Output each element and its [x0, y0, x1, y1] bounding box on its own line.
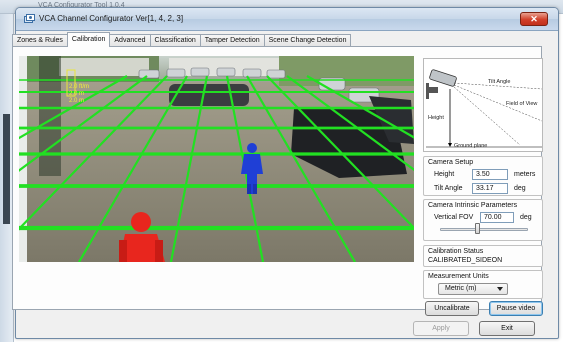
measurement-units-select[interactable]: Metric (m)	[438, 283, 508, 295]
calibration-status-value: CALIBRATED_SIDEON	[428, 257, 503, 264]
diagram-fov-label: Field of View	[506, 101, 538, 107]
tilt-angle-label: Tilt Angle	[434, 185, 463, 192]
measurement-units-title: Measurement Units	[428, 273, 489, 280]
tab-calibration[interactable]: Calibration	[66, 32, 111, 47]
tilt-angle-unit: deg	[514, 185, 526, 192]
calibration-status-title: Calibration Status	[428, 248, 484, 255]
tab-bar: Zones & Rules Calibration Advanced Class…	[12, 32, 352, 47]
height-input[interactable]: 3.50	[472, 169, 508, 180]
apply-button[interactable]: Apply	[413, 321, 469, 336]
tilt-angle-input[interactable]: 33.17	[472, 183, 508, 194]
height-unit: meters	[514, 171, 536, 178]
camera-geometry-diagram: Tilt Angle Field of View Height Ground p…	[423, 58, 543, 152]
dialog-title: VCA Channel Configurator Ver[1, 4, 2, 3]	[39, 14, 184, 23]
measurement-units-group: Measurement Units Metric (m)	[423, 270, 543, 299]
camera-icon	[426, 69, 457, 99]
diagram-angle-label: Tilt Angle	[488, 79, 511, 85]
height-label: Height	[434, 171, 455, 178]
dialog-titlebar[interactable]: VCA Channel Configurator Ver[1, 4, 2, 3]…	[16, 8, 558, 31]
uncalibrate-button[interactable]: Uncalibrate	[425, 301, 479, 316]
vertical-fov-input[interactable]: 70.00	[480, 212, 514, 223]
calibration-status-group: Calibration Status CALIBRATED_SIDEON	[423, 245, 543, 267]
ruler-label-2: 2.0 m	[69, 91, 84, 97]
app-icon	[24, 14, 35, 23]
ruler-label-3: 2.0 m	[69, 98, 84, 104]
chevron-down-icon	[497, 287, 503, 291]
camera-setup-group: Camera Setup Height 3.50 meters Tilt Ang…	[423, 156, 543, 196]
video-preview[interactable]: 2.0 ft/m 2.0 m 2.0 m	[19, 56, 414, 262]
intrinsic-parameters-title: Camera Intrinsic Parameters	[428, 202, 518, 209]
measurement-units-selected: Metric (m)	[445, 285, 477, 292]
fov-slider-thumb[interactable]	[474, 223, 480, 234]
exit-button[interactable]: Exit	[479, 321, 535, 336]
intrinsic-parameters-group: Camera Intrinsic Parameters Vertical FOV…	[423, 199, 543, 241]
close-icon: ✕	[530, 14, 538, 24]
ruler-label-1: 2.0 ft/m	[69, 84, 89, 90]
camera-scene: 2.0 ft/m 2.0 m 2.0 m	[19, 56, 414, 262]
vertical-fov-label: Vertical FOV	[434, 214, 474, 221]
fov-slider-track[interactable]	[440, 228, 528, 231]
vertical-fov-unit: deg	[520, 214, 532, 221]
pause-video-button[interactable]: Pause video	[489, 301, 543, 316]
camera-setup-title: Camera Setup	[428, 159, 474, 166]
close-button[interactable]: ✕	[520, 12, 548, 26]
diagram-height-label: Height	[428, 115, 444, 121]
diagram-ground-label: Ground plane	[454, 143, 488, 149]
